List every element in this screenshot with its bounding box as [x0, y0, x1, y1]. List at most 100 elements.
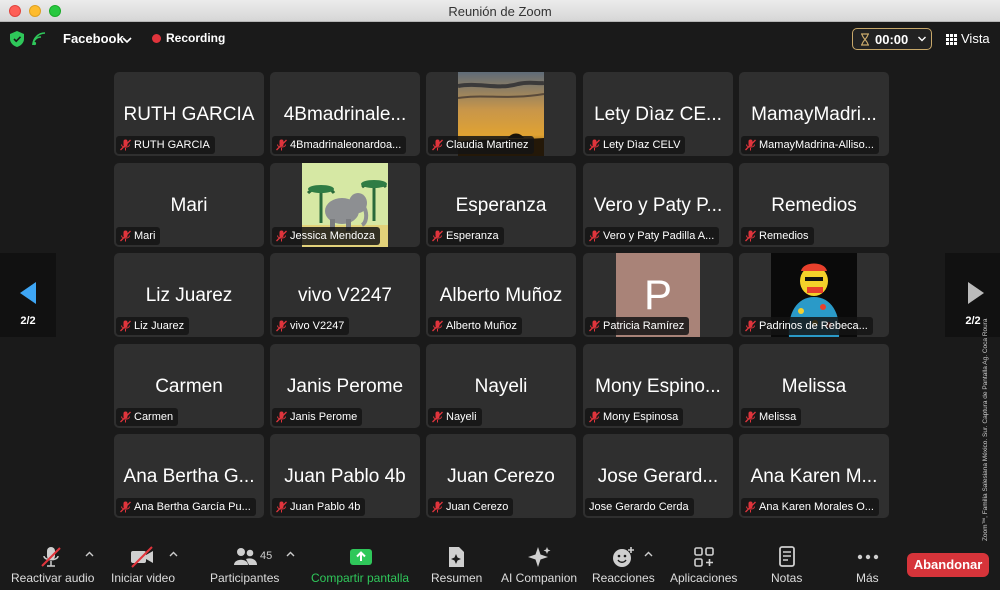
reactions-button[interactable]: Reacciones	[588, 541, 660, 590]
summary-button[interactable]: Resumen	[425, 541, 487, 590]
notes-button[interactable]: Notas	[765, 541, 809, 590]
participant-tile[interactable]: Mari Mari	[114, 163, 264, 247]
toolbar-label: Notas	[771, 571, 803, 585]
meeting-timer[interactable]: 00:00	[852, 28, 932, 50]
participant-label-text: Padrinos de Rebeca...	[759, 320, 868, 332]
video-camera-off-icon	[131, 546, 153, 568]
participant-name-label: RUTH GARCIA	[116, 136, 215, 154]
participant-tile[interactable]: P Patricia Ramírez	[583, 253, 733, 337]
participant-tile[interactable]: Alberto Muñoz Alberto Muñoz	[426, 253, 576, 337]
participant-tile[interactable]: MamayMadri... MamayMadrina-Alliso...	[739, 72, 889, 156]
participant-display-name: Lety Dìaz CE...	[594, 104, 722, 125]
participant-tile[interactable]: Esperanza Esperanza	[426, 163, 576, 247]
participant-display-name: Liz Juarez	[145, 285, 233, 306]
participant-tile[interactable]: Claudia Martinez	[426, 72, 576, 156]
participant-tile[interactable]: Carmen Carmen	[114, 344, 264, 428]
chevron-up-icon[interactable]	[286, 550, 295, 559]
microphone-muted-icon	[120, 139, 131, 151]
chevron-up-icon[interactable]	[644, 550, 653, 559]
leave-meeting-button[interactable]: Abandonar	[907, 553, 989, 577]
participant-name-label: Ana Karen Morales O...	[741, 498, 879, 516]
participant-tile[interactable]: 4Bmadrinale... 4Bmadrinaleonardoa...	[270, 72, 420, 156]
participant-tile[interactable]: Liz Juarez Liz Juarez	[114, 253, 264, 337]
participant-label-text: Jessica Mendoza	[290, 230, 375, 242]
microphone-muted-icon	[120, 501, 131, 513]
view-button[interactable]: Vista	[961, 31, 990, 46]
page-indicator: 2/2	[20, 315, 36, 327]
toolbar-label: Participantes	[210, 571, 280, 585]
participant-tile[interactable]: Juan Pablo 4b Juan Pablo 4b	[270, 434, 420, 518]
more-button[interactable]: Más	[850, 541, 886, 590]
toolbar-label: Aplicaciones	[670, 571, 738, 585]
participant-tile[interactable]: Padrinos de Rebeca...	[739, 253, 889, 337]
participant-tile[interactable]: Juan Cerezo Juan Cerezo	[426, 434, 576, 518]
participant-name-label: Vero y Paty Padilla A...	[585, 227, 720, 245]
microphone-muted-icon	[276, 230, 287, 242]
notes-icon	[779, 546, 795, 567]
participant-display-name: 4Bmadrinale...	[283, 104, 407, 125]
microphone-muted-icon	[276, 411, 287, 423]
participant-name-label: Jessica Mendoza	[272, 227, 380, 245]
account-selector[interactable]: Facebook	[63, 31, 124, 46]
participant-tile[interactable]: Nayeli Nayeli	[426, 344, 576, 428]
participant-tile[interactable]: Remedios Remedios	[739, 163, 889, 247]
microphone-muted-icon	[120, 411, 131, 423]
microphone-muted-icon	[745, 411, 756, 423]
participant-tile[interactable]: Melissa Melissa	[739, 344, 889, 428]
participant-display-name: Ana Bertha G...	[123, 466, 255, 487]
participant-label-text: Claudia Martinez	[446, 139, 529, 151]
participant-tile[interactable]: Jose Gerard... Jose Gerardo Cerda	[583, 434, 733, 518]
connection-signal-icon[interactable]	[32, 32, 46, 46]
participant-tile[interactable]: Ana Bertha G... Ana Bertha García Pu...	[114, 434, 264, 518]
participant-tile[interactable]: Mony Espino... Mony Espinosa	[583, 344, 733, 428]
unmute-audio-button[interactable]: Reactivar audio	[0, 541, 100, 590]
participant-name-label: Mony Espinosa	[585, 408, 684, 426]
summary-document-icon	[449, 547, 464, 567]
participant-tile[interactable]: Lety Dìaz CE... Lety Dìaz CELV	[583, 72, 733, 156]
ai-companion-button[interactable]: AI Companion	[497, 541, 581, 590]
participant-name-label: Remedios	[741, 227, 814, 245]
participant-tile[interactable]: Ana Karen M... Ana Karen Morales O...	[739, 434, 889, 518]
microphone-muted-icon	[745, 320, 756, 332]
participants-button[interactable]: 45 Participantes	[205, 541, 300, 590]
participant-display-name: Esperanza	[455, 195, 547, 216]
share-screen-button[interactable]: Compartir pantalla	[305, 541, 417, 590]
chevron-up-icon[interactable]	[169, 550, 178, 559]
participant-display-name: MamayMadri...	[751, 104, 877, 125]
participant-tile[interactable]: RUTH GARCIA RUTH GARCIA	[114, 72, 264, 156]
microphone-muted-icon	[276, 139, 287, 151]
grid-view-icon[interactable]	[946, 34, 957, 45]
participant-name-label: Melissa	[741, 408, 802, 426]
next-page-button[interactable]: 2/2	[945, 253, 1000, 337]
participant-label-text: Ana Bertha García Pu...	[134, 501, 251, 513]
recording-indicator[interactable]: Recording	[166, 31, 225, 45]
participant-tile[interactable]: vivo V2247 vivo V2247	[270, 253, 420, 337]
toolbar-label: Compartir pantalla	[311, 571, 410, 585]
participant-name-label: 4Bmadrinaleonardoa...	[272, 136, 407, 154]
microphone-muted-icon	[432, 501, 443, 513]
participant-name-label: Patricia Ramírez	[585, 317, 690, 335]
chevron-down-icon[interactable]	[121, 34, 133, 46]
toolbar-label: Reacciones	[592, 571, 655, 585]
start-video-button[interactable]: Iniciar video	[105, 541, 185, 590]
participant-tile[interactable]: Jessica Mendoza	[270, 163, 420, 247]
apps-button[interactable]: Aplicaciones	[666, 541, 742, 590]
participant-display-name: RUTH GARCIA	[123, 104, 255, 125]
participant-label-text: Nayeli	[446, 411, 477, 423]
participant-tile[interactable]: Janis Perome Janis Perome	[270, 344, 420, 428]
participant-label-text: Lety Dìaz CELV	[603, 139, 681, 151]
participant-display-name: Alberto Muñoz	[439, 285, 563, 306]
share-screen-icon	[350, 549, 372, 565]
chevron-up-icon[interactable]	[85, 550, 94, 559]
participant-name-label: Janis Perome	[272, 408, 363, 426]
participant-name-label: Claudia Martinez	[428, 136, 534, 154]
microphone-muted-icon	[276, 320, 287, 332]
participant-display-name: vivo V2247	[297, 285, 392, 306]
participant-display-name: Ana Karen M...	[750, 466, 878, 487]
previous-page-button[interactable]: 2/2	[0, 253, 56, 337]
microphone-muted-icon	[589, 230, 600, 242]
participant-label-text: Vero y Paty Padilla A...	[603, 230, 715, 242]
participant-tile[interactable]: Vero y Paty P... Vero y Paty Padilla A...	[583, 163, 733, 247]
microphone-muted-icon	[120, 320, 131, 332]
shield-icon[interactable]	[10, 31, 24, 47]
